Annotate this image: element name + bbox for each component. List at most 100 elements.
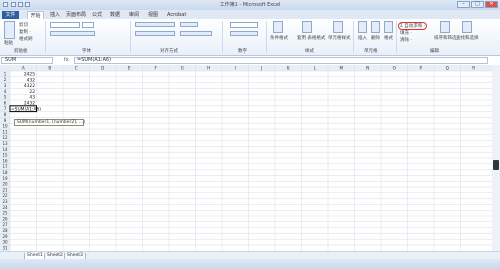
name-box[interactable]: SUM (1, 57, 53, 64)
font-style-buttons[interactable] (50, 31, 95, 36)
insert-function-icon[interactable]: fx (64, 57, 69, 63)
conditional-format-icon[interactable] (273, 21, 283, 33)
group-divider (266, 21, 267, 53)
row-header-12: 12 (2, 135, 8, 140)
insert-cells-icon[interactable] (358, 21, 367, 33)
row-header-28: 28 (2, 228, 8, 233)
group-divider (396, 21, 397, 53)
group-divider (45, 21, 46, 53)
column-header-I: I (235, 66, 236, 71)
row-header-16: 16 (2, 158, 8, 163)
paste-label: 粘贴 (4, 41, 13, 46)
cell-A7: =SUM(A1:A6) (11, 106, 41, 112)
row-header-9: 9 (4, 118, 7, 123)
paste-icon[interactable] (4, 21, 15, 39)
sort-filter-icon[interactable] (440, 21, 450, 33)
tab-view[interactable]: 视图 (148, 11, 158, 19)
scroll-thumb[interactable] (493, 160, 499, 170)
row-header-24: 24 (2, 205, 8, 210)
title-bar: 工作簿1 - Microsoft Excel – □ ✕ (0, 0, 500, 10)
font-name-select[interactable] (50, 22, 80, 28)
tab-formulas[interactable]: 公式 (92, 11, 102, 19)
status-bar (0, 259, 500, 269)
format-cells-label: 格式 (384, 36, 393, 41)
redo-icon[interactable] (25, 2, 30, 7)
tab-home[interactable]: 开始 (27, 11, 44, 19)
row-header-30: 30 (2, 240, 8, 245)
format-as-table-label: 套用 表格格式 (297, 36, 326, 41)
tab-file[interactable]: 文件 (2, 11, 19, 19)
column-header-C: C (75, 66, 78, 71)
row-header-29: 29 (2, 234, 8, 239)
format-painter-button[interactable]: 格式刷 (19, 36, 33, 42)
row-header-25: 25 (2, 211, 8, 216)
vertical-scrollbar[interactable] (492, 65, 500, 251)
close-button[interactable]: ✕ (485, 1, 498, 8)
column-header-J: J (260, 66, 262, 71)
copy-button[interactable]: 复制 · (19, 29, 31, 35)
tab-review[interactable]: 审阅 (129, 11, 139, 19)
column-header-B: B (48, 66, 51, 71)
row-header-3: 3 (4, 83, 7, 88)
find-select-label: 查找和选择 (456, 36, 479, 41)
tab-acrobat[interactable]: Acrobat (167, 11, 186, 19)
column-header-H: H (207, 66, 210, 71)
insert-cells-label: 插入 (358, 36, 367, 41)
row-header-19: 19 (2, 176, 8, 181)
cell-styles-icon[interactable] (333, 21, 343, 33)
cell-A5: 43 (29, 95, 35, 101)
cell-A1: 2425 (24, 72, 35, 78)
number-format-select[interactable] (230, 22, 258, 28)
clipboard-group-label: 剪贴板 (14, 49, 28, 54)
cell-styles-label: 单元格样式 (328, 36, 351, 41)
row-header-18: 18 (2, 170, 8, 175)
cell-A4: 22 (29, 89, 35, 95)
formula-input[interactable]: =SUM(A1:A6) (74, 57, 488, 64)
font-group-label: 字体 (82, 49, 91, 54)
align-horizontal-buttons[interactable] (135, 31, 175, 36)
row-header-4: 4 (4, 89, 7, 94)
maximize-button[interactable]: □ (471, 1, 484, 8)
row-header-27: 27 (2, 222, 8, 227)
column-header-M: M (339, 66, 343, 71)
column-header-E: E (128, 66, 131, 71)
merge-center-button[interactable] (180, 31, 212, 36)
row-header-21: 21 (2, 187, 8, 192)
cell-A3: 4322 (24, 83, 35, 89)
row-header-14: 14 (2, 147, 8, 152)
editing-group-label: 编辑 (430, 49, 439, 54)
font-size-select[interactable] (82, 22, 94, 28)
align-top-buttons[interactable] (135, 22, 175, 27)
format-cells-icon[interactable] (384, 21, 393, 33)
row-header-23: 23 (2, 199, 8, 204)
worksheet-grid[interactable]: A B C D E F G H I J K L M N O P Q R1234567891011121314151… (0, 65, 500, 251)
save-icon[interactable] (11, 2, 16, 7)
tab-page-layout[interactable]: 页面布局 (66, 11, 86, 19)
row-header-15: 15 (2, 153, 8, 158)
cells-group-label: 单元格 (364, 49, 378, 54)
row-header-6: 6 (4, 100, 7, 105)
row-header-13: 13 (2, 141, 8, 146)
cut-button[interactable]: 剪切 (19, 22, 28, 28)
column-header-N: N (366, 66, 369, 71)
ribbon-home: 粘贴 剪切 复制 · 格式刷 剪贴板 字体 对齐方式 数字 条件格式 套用 表格… (0, 19, 500, 56)
row-header-26: 26 (2, 216, 8, 221)
column-header-R: R (472, 66, 475, 71)
format-as-table-icon[interactable] (302, 21, 312, 33)
undo-icon[interactable] (18, 2, 23, 7)
sort-filter-label: 排序和筛选 (434, 36, 457, 41)
wrap-text-button[interactable] (180, 22, 198, 27)
fill-button[interactable]: 填充 · (400, 30, 412, 36)
tab-data[interactable]: 数据 (110, 11, 120, 19)
find-select-icon[interactable] (462, 21, 472, 33)
row-header-10: 10 (2, 124, 8, 129)
row-header-7: 7 (4, 106, 7, 111)
minimize-button[interactable]: – (457, 1, 470, 8)
delete-cells-icon[interactable] (371, 21, 380, 33)
cell-A2: 432 (27, 77, 36, 83)
number-format-buttons[interactable] (230, 31, 258, 36)
group-divider (222, 21, 223, 53)
autosum-button[interactable]: Σ 自动求和 · (398, 22, 428, 30)
clear-button[interactable]: 清除 · (400, 37, 412, 43)
tab-insert[interactable]: 插入 (50, 11, 60, 19)
